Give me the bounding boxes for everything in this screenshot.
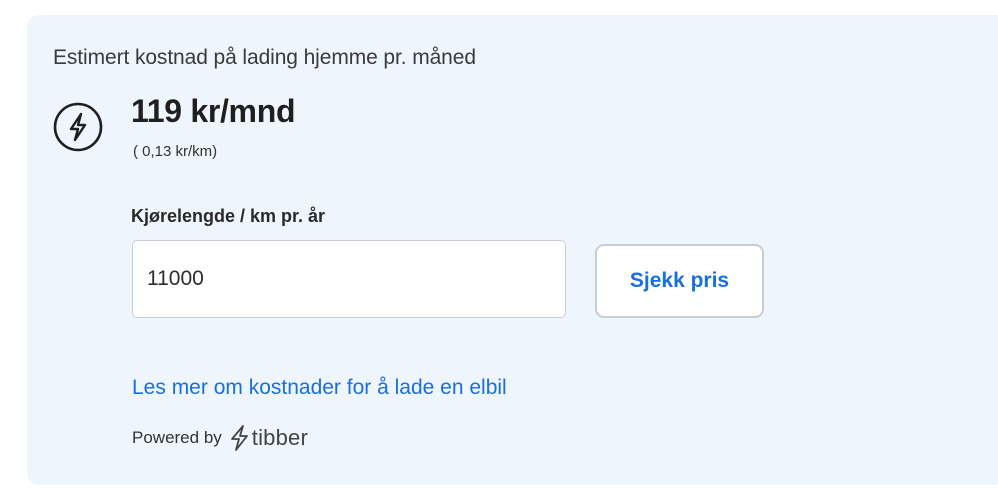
monthly-price: 119 kr/mnd (131, 93, 296, 129)
tibber-logo[interactable]: tibber (228, 424, 308, 452)
lightning-bolt-icon (230, 425, 248, 451)
km-field-label: Kjørelengde / km pr. år (131, 206, 326, 226)
powered-by-tibber: Powered by tibber (132, 423, 308, 453)
tibber-brand-name: tibber (251, 425, 309, 450)
powered-by-label: Powered by (132, 428, 222, 447)
charging-cost-card: Estimert kostnad på lading hjemme pr. må… (27, 15, 998, 485)
lightning-bolt-circle-icon (53, 102, 103, 152)
km-per-year-input[interactable] (132, 240, 566, 318)
charging-cost-info-link[interactable]: Les mer om kostnader for å lade en elbil (132, 376, 507, 400)
price-per-km: ( 0,13 kr/km) (133, 143, 218, 160)
card-heading: Estimert kostnad på lading hjemme pr. må… (53, 46, 476, 69)
check-price-button[interactable]: Sjekk pris (595, 244, 764, 318)
